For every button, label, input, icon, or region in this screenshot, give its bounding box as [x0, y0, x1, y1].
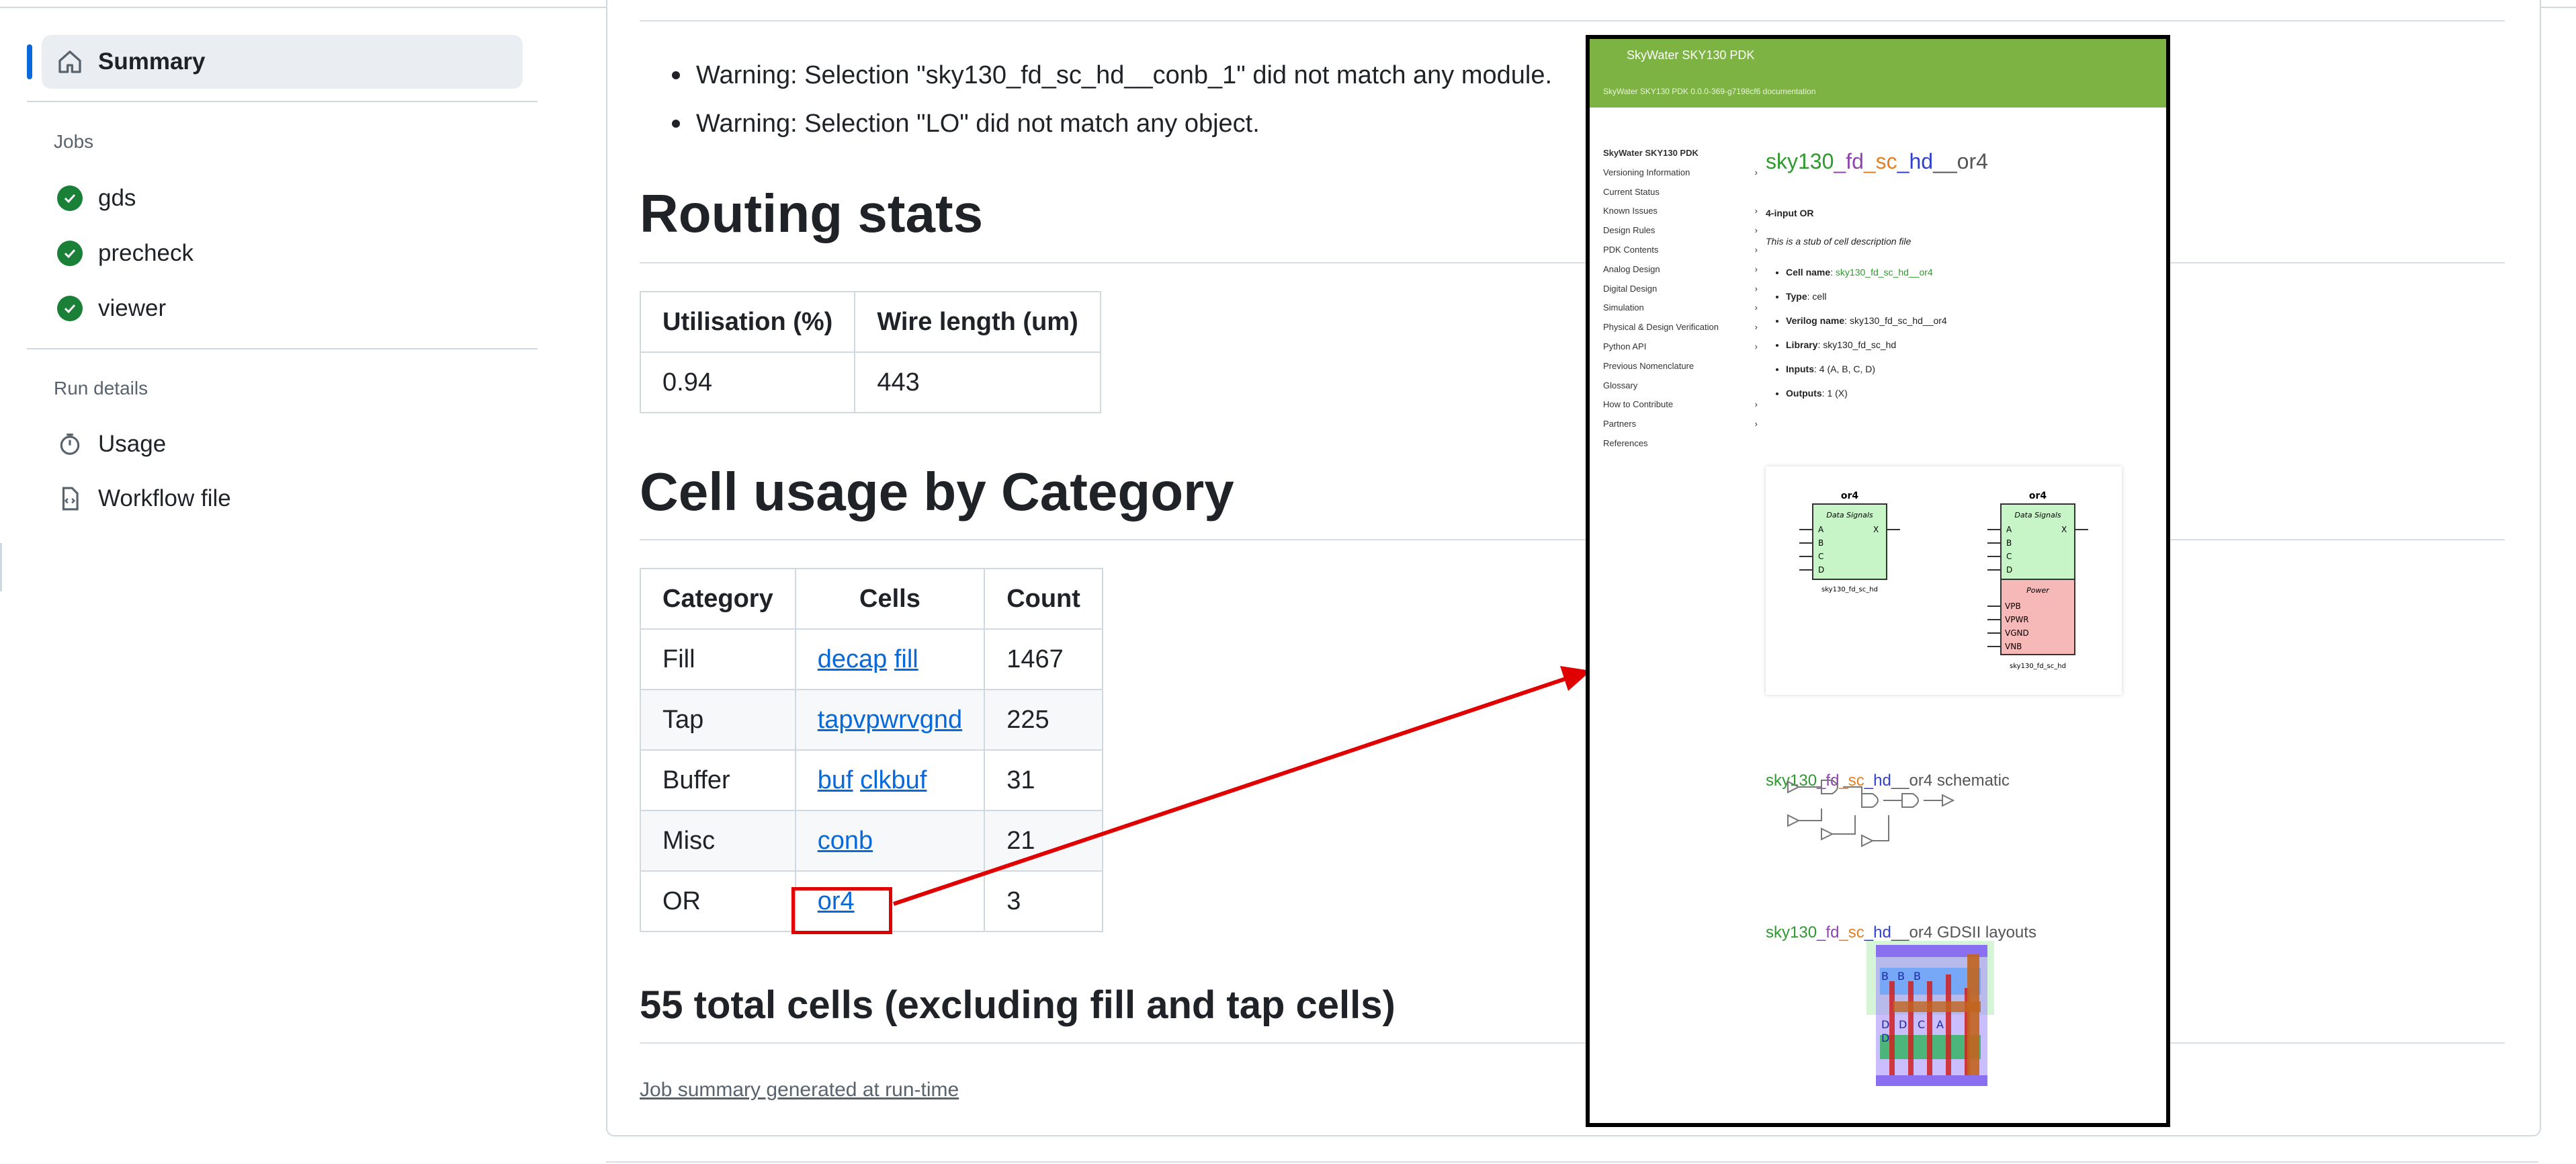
- doc-preview: SkyWater SKY130 PDK SkyWater SKY130 PDK …: [1586, 35, 2170, 1127]
- svg-text:VPB: VPB: [2005, 601, 2021, 611]
- list-item: Outputs: 1 (X): [1786, 381, 2155, 405]
- svg-text:B: B: [1914, 970, 1921, 983]
- doc-nav-item[interactable]: Analog Design ›: [1603, 264, 1758, 284]
- doc-nav-item[interactable]: How to Contribute ›: [1603, 399, 1758, 419]
- list-item: Type: cell: [1786, 284, 2155, 308]
- svg-text:X: X: [2061, 525, 2067, 534]
- schematic-diagram: [1787, 780, 1955, 847]
- doc-header: SkyWater SKY130 PDK SkyWater SKY130 PDK …: [1590, 39, 2166, 108]
- svg-text:VNB: VNB: [2005, 642, 2022, 651]
- list-item: Inputs: 4 (A, B, C, D): [1786, 357, 2155, 381]
- svg-text:Data Signals: Data Signals: [2014, 511, 2061, 519]
- svg-text:D: D: [1881, 1032, 1889, 1044]
- doc-nav-item[interactable]: Python API ›: [1603, 341, 1758, 361]
- svg-text:C: C: [2006, 552, 2012, 561]
- doc-nav-item[interactable]: Versioning Information ›: [1603, 167, 1758, 187]
- svg-text:Data Signals: Data Signals: [1826, 511, 1873, 519]
- list-item: Cell name: sky130_fd_sc_hd__or4: [1786, 260, 2155, 284]
- svg-text:B: B: [1897, 970, 1905, 983]
- svg-text:D: D: [1818, 565, 1824, 575]
- svg-text:B: B: [2006, 538, 2012, 548]
- doc-page-title: sky130_fd_sc_hd__or4: [1766, 149, 1988, 173]
- svg-text:VPWR: VPWR: [2005, 615, 2029, 624]
- doc-nav-item[interactable]: Digital Design ›: [1603, 284, 1758, 303]
- svg-text:sky130_fd_sc_hd: sky130_fd_sc_hd: [1821, 586, 1878, 593]
- doc-nav-item[interactable]: References: [1603, 438, 1758, 458]
- list-item: Library: sky130_fd_sc_hd: [1786, 333, 2155, 357]
- symbol-name: or4: [1841, 491, 1859, 501]
- doc-nav-item[interactable]: Glossary: [1603, 380, 1758, 400]
- svg-text:D: D: [1899, 1018, 1907, 1031]
- svg-text:A: A: [1936, 1018, 1944, 1031]
- symbol-figure: or4 Data Signals A B C D X sky130_fd_sc_…: [1766, 466, 2122, 695]
- doc-props: Cell name: sky130_fd_sc_hd__or4 Type: ce…: [1766, 260, 2155, 405]
- svg-text:A: A: [2006, 525, 2012, 534]
- svg-text:Power: Power: [2026, 586, 2050, 595]
- svg-text:C: C: [1918, 1018, 1925, 1031]
- svg-text:B: B: [1881, 970, 1889, 983]
- svg-text:X: X: [1873, 525, 1879, 534]
- doc-nav: SkyWater SKY130 PDK Versioning Informati…: [1603, 148, 1758, 458]
- doc-nav-item[interactable]: Physical & Design Verification ›: [1603, 322, 1758, 341]
- doc-nav-item[interactable]: Previous Nomenclature: [1603, 361, 1758, 380]
- svg-text:or4: or4: [2029, 491, 2047, 501]
- svg-text:B: B: [1818, 538, 1823, 548]
- doc-desc-title: 4-input OR: [1766, 208, 1814, 218]
- svg-text:sky130_fd_sc_hd: sky130_fd_sc_hd: [2010, 663, 2066, 670]
- doc-subtitle: SkyWater SKY130 PDK 0.0.0-369-g7198cf6 d…: [1603, 87, 1816, 96]
- doc-body: sky130_fd_sc_hd__or4 4-input OR This is …: [1766, 147, 2155, 942]
- doc-title: SkyWater SKY130 PDK: [1627, 48, 1755, 62]
- doc-nav-item[interactable]: SkyWater SKY130 PDK: [1603, 148, 1758, 167]
- doc-nav-item[interactable]: Current Status: [1603, 187, 1758, 206]
- doc-nav-item[interactable]: Known Issues ›: [1603, 206, 1758, 225]
- doc-nav-item[interactable]: Simulation ›: [1603, 302, 1758, 322]
- svg-text:D: D: [1881, 1018, 1889, 1031]
- doc-gds-heading: sky130_fd_sc_hd__or4 GDSII layouts: [1766, 923, 2036, 942]
- doc-desc-italic: This is a stub of cell description file: [1766, 236, 1912, 247]
- doc-nav-item[interactable]: Design Rules ›: [1603, 225, 1758, 245]
- svg-text:C: C: [1818, 552, 1823, 561]
- list-item: Verilog name: sky130_fd_sc_hd__or4: [1786, 308, 2155, 333]
- callout-arrow: [893, 666, 1591, 906]
- svg-text:A: A: [1818, 525, 1824, 534]
- doc-nav-item[interactable]: Partners ›: [1603, 419, 1758, 438]
- svg-text:D: D: [2006, 565, 2012, 575]
- svg-text:VGND: VGND: [2005, 628, 2029, 638]
- doc-nav-item[interactable]: PDK Contents ›: [1603, 245, 1758, 264]
- gds-layout-image: BBB DDCA D: [1866, 941, 1994, 1090]
